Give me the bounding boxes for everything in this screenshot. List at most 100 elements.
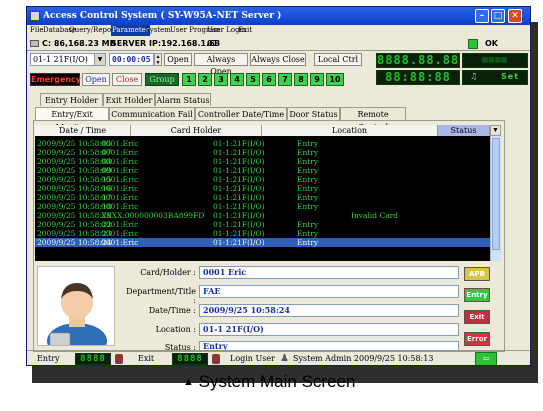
row-status: Entry: [297, 238, 319, 247]
triangle-up-icon: ▲: [183, 376, 194, 388]
door-button-3[interactable]: 3: [214, 73, 228, 86]
entry-count-display: 8888: [75, 353, 111, 365]
row-status: Entry: [297, 193, 319, 202]
column-header-datetime[interactable]: Date / Time: [35, 125, 131, 136]
row-status: Entry: [297, 175, 319, 184]
table-row[interactable]: 2009/9/25 10:58:24 0001:Eric 01-1:21F(I/O)…: [35, 238, 490, 247]
table-row[interactable]: 2009/9/25 10:58:08 0001:Eric 01-1:21F(I/O)…: [35, 157, 490, 166]
scrollbar-thumb[interactable]: [492, 138, 500, 250]
door-button-4[interactable]: 4: [230, 73, 244, 86]
status-ok-icon: [468, 39, 478, 49]
table-row[interactable]: 2009/9/25 10:58:23 0001:Eric 01-1:21F(I/O)…: [35, 229, 490, 238]
tab-entry-holder[interactable]: Entry Holder: [40, 93, 103, 106]
row-card-holder: 0001:Eric: [101, 139, 139, 148]
app-icon: [30, 11, 40, 21]
row-location: 01-1:21F(I/O): [213, 139, 265, 148]
door-button-1[interactable]: 1: [182, 73, 196, 86]
controller-select[interactable]: 01-1 21F(I/O) ▼: [30, 53, 106, 66]
column-header-location[interactable]: Location: [262, 125, 438, 136]
row-card-holder: 0001:Eric: [101, 193, 139, 202]
always-open-button[interactable]: Always Open: [194, 53, 248, 76]
error-indicator-button[interactable]: Error: [464, 332, 490, 346]
row-location: 01-1:21F(I/O): [213, 211, 265, 220]
door-button-9[interactable]: 9: [310, 73, 324, 86]
datetime-label: Date/Time :: [148, 306, 196, 315]
entry-indicator-button[interactable]: Entry: [464, 288, 490, 302]
status-ok-text: OK: [485, 39, 498, 48]
tab-entry-exit-monitor[interactable]: Entry/Exit Monitor: [35, 107, 109, 132]
title-bar[interactable]: Access Control System ( SY-W95A-NET Serv…: [27, 7, 530, 25]
row-status: Entry: [297, 157, 319, 166]
row-location: 01-1:21F(I/O): [213, 148, 265, 157]
column-header-status[interactable]: Status: [438, 125, 490, 136]
emergency-button[interactable]: Emergency: [30, 73, 81, 86]
bell-icon[interactable]: ♫: [471, 72, 477, 82]
column-header-card-holder[interactable]: Card Holder: [131, 125, 262, 136]
datetime-value: 2009/9/25 10:58:24: [199, 304, 459, 317]
server-number: 01: [207, 39, 219, 48]
set-button[interactable]: Set: [501, 72, 519, 81]
entry-count-label: Entry: [37, 354, 60, 363]
door-button-10[interactable]: 10: [326, 73, 344, 86]
time-spinner[interactable]: ▲ ▼: [154, 53, 162, 66]
open-time-input[interactable]: 00:00:05: [109, 53, 154, 66]
row-card-holder: 0001:Eric: [101, 238, 139, 247]
tab-controller-date-time[interactable]: Controller Date/Time: [195, 107, 287, 120]
log-scrollbar[interactable]: [490, 136, 501, 261]
row-card-holder: 0001:Eric: [101, 148, 139, 157]
card-holder-value: 0001 Eric: [199, 266, 459, 279]
row-note: Invalid Card: [351, 211, 399, 220]
minimize-button[interactable]: –: [475, 9, 489, 23]
chevron-down-icon[interactable]: ▼: [490, 125, 501, 136]
menu-system[interactable]: System: [145, 25, 171, 36]
tab-exit-holder[interactable]: Exit Holder: [103, 93, 155, 106]
exit-count-label: Exit: [138, 354, 155, 363]
door-button-2[interactable]: 2: [198, 73, 212, 86]
group-button[interactable]: Group: [145, 73, 179, 86]
row-location: 01-1:21F(I/O): [213, 229, 265, 238]
table-row[interactable]: 2009/9/25 10:58:20 XXXX:000000003BA899FD 0…: [35, 211, 490, 220]
row-card-holder: 0001:Eric: [101, 202, 139, 211]
menu-exit[interactable]: Exit: [238, 25, 252, 36]
row-card-holder: 0001:Eric: [101, 166, 139, 175]
open-button[interactable]: Open: [164, 53, 192, 66]
door-button-6[interactable]: 6: [262, 73, 276, 86]
chevron-down-icon[interactable]: ▼: [94, 54, 105, 65]
row-card-holder: 0001:Eric: [101, 229, 139, 238]
tab-communication-fail[interactable]: Communication Fail: [109, 107, 195, 120]
close-door-button[interactable]: Close: [112, 73, 142, 86]
row-location: 01-1:21F(I/O): [213, 202, 265, 211]
door-button-5[interactable]: 5: [246, 73, 260, 86]
maximize-button[interactable]: □: [491, 9, 505, 23]
lcd-set-panel: ♫ Set: [462, 70, 528, 85]
table-row[interactable]: 2009/9/25 10:58:18 0001:Eric 01-1:21F(I/O)…: [35, 202, 490, 211]
menu-file[interactable]: File: [30, 25, 43, 36]
exit-indicator-button[interactable]: Exit: [464, 310, 490, 324]
table-row[interactable]: 2009/9/25 10:58:09 0001:Eric 01-1:21F(I/O)…: [35, 166, 490, 175]
door-button-7[interactable]: 7: [278, 73, 292, 86]
table-row[interactable]: 2009/9/25 10:58:22 0001:Eric 01-1:21F(I/O)…: [35, 220, 490, 229]
row-location: 01-1:21F(I/O): [213, 157, 265, 166]
apb-button[interactable]: APB: [464, 267, 490, 281]
event-log-list[interactable]: 2009/9/25 10:58:05 0001:Eric 01-1:21F(I/O)…: [35, 136, 490, 261]
row-status: Entry: [297, 229, 319, 238]
open-door-button[interactable]: Open: [82, 73, 110, 86]
tab-alarm-status[interactable]: Alarm Status: [155, 93, 211, 106]
table-row[interactable]: 2009/9/25 10:58:07 0001:Eric 01-1:21F(I/O)…: [35, 148, 490, 157]
always-close-button[interactable]: Always Close: [250, 53, 306, 66]
tab-remote-control[interactable]: Remote Control: [340, 107, 406, 132]
table-row[interactable]: 2009/9/25 10:58:16 0001:Eric 01-1:21F(I/O)…: [35, 184, 490, 193]
table-row[interactable]: 2009/9/25 10:58:05 0001:Eric 01-1:21F(I/O)…: [35, 139, 490, 148]
row-status: Entry: [297, 148, 319, 157]
user-avatar: [37, 266, 115, 346]
exit-app-icon[interactable]: ⇦: [475, 352, 497, 365]
local-ctrl-button[interactable]: Local Ctrl: [314, 53, 362, 66]
department-label: Department/Title :: [126, 287, 196, 305]
table-row[interactable]: 2009/9/25 10:58:17 0001:Eric 01-1:21F(I/O)…: [35, 193, 490, 202]
login-user-label: Login User: [230, 354, 275, 363]
close-button[interactable]: ✕: [508, 9, 522, 23]
table-row[interactable]: 2009/9/25 10:58:15 0001:Eric 01-1:21F(I/O)…: [35, 175, 490, 184]
tab-door-status[interactable]: Door Status: [287, 107, 340, 120]
door-button-8[interactable]: 8: [294, 73, 308, 86]
lcd-indicator-grid: ▦▦▦▦: [462, 53, 528, 68]
